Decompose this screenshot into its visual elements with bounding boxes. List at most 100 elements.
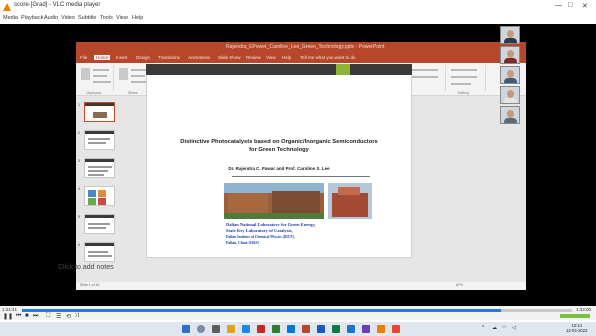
next-icon[interactable]: ⏭ bbox=[33, 313, 38, 320]
webcam-tile bbox=[500, 66, 520, 84]
powerpoint-icon[interactable] bbox=[302, 325, 310, 333]
participant-avatar bbox=[507, 30, 514, 38]
ribbon-group-editing bbox=[448, 65, 486, 91]
thumb-number: 5 bbox=[78, 214, 81, 219]
tab-design[interactable]: Design bbox=[136, 55, 150, 60]
menu-media[interactable]: Media bbox=[3, 15, 18, 21]
slide-thumbnail-5[interactable] bbox=[84, 214, 115, 234]
affiliation-line: Dalian, China 116023 bbox=[226, 241, 259, 245]
ribbon-label-clipboard: Clipboard bbox=[86, 91, 101, 95]
menu-video[interactable]: Video bbox=[61, 15, 75, 21]
tab-file[interactable]: File bbox=[80, 55, 87, 60]
zoom-level[interactable]: 87% bbox=[456, 283, 463, 287]
slide-divider bbox=[232, 176, 370, 177]
tab-view[interactable]: View bbox=[266, 55, 276, 60]
vlc-taskbar-icon[interactable] bbox=[377, 325, 385, 333]
menu-subtitle[interactable]: Subtitle bbox=[78, 15, 96, 21]
volume-slider[interactable] bbox=[560, 314, 590, 318]
menu-playback[interactable]: Playback bbox=[21, 15, 43, 21]
ppt-title: Rajendra_EPower_Caroline_Lee_Green_Techn… bbox=[226, 44, 385, 50]
slide-thumbnail-4[interactable] bbox=[84, 186, 115, 206]
tab-home[interactable]: Home bbox=[94, 55, 111, 60]
task-view-icon[interactable] bbox=[212, 325, 220, 333]
tray-clock[interactable]: 10:14 12-04-2022 bbox=[566, 323, 587, 333]
excel-icon[interactable] bbox=[332, 325, 340, 333]
taskbar bbox=[0, 322, 596, 336]
paste-icon[interactable] bbox=[81, 68, 90, 80]
webcam-tile bbox=[500, 106, 520, 124]
thumb-number: 1 bbox=[78, 102, 81, 107]
close-icon[interactable]: ✕ bbox=[582, 2, 588, 10]
file-explorer-icon[interactable] bbox=[227, 325, 235, 333]
acrobat-icon[interactable] bbox=[392, 325, 400, 333]
minimize-icon[interactable]: — bbox=[555, 2, 562, 9]
start-icon[interactable] bbox=[182, 325, 190, 333]
onedrive-icon[interactable]: ☁ bbox=[492, 325, 497, 331]
menu-help[interactable]: Help bbox=[132, 15, 143, 21]
prev-icon[interactable]: ⏮ bbox=[16, 313, 21, 320]
slide-thumbnail-3[interactable] bbox=[84, 158, 115, 178]
mail-icon[interactable] bbox=[257, 325, 265, 333]
ribbon-label-editing: Editing bbox=[458, 91, 469, 95]
participant-avatar bbox=[507, 90, 514, 98]
slide-header-accent bbox=[336, 64, 350, 75]
slide-thumbnail-6[interactable] bbox=[84, 242, 115, 262]
webcam-tile bbox=[500, 86, 520, 104]
vlc-cone-icon bbox=[3, 3, 11, 11]
participant-avatar bbox=[507, 70, 514, 78]
time-elapsed: 1:24:41 bbox=[2, 307, 18, 312]
menu-view[interactable]: View bbox=[116, 15, 128, 21]
pause-icon[interactable]: ❚❚ bbox=[3, 313, 13, 320]
tell-me-search[interactable]: Tell me what you want to do bbox=[300, 55, 356, 60]
slide-thumbnail-1[interactable] bbox=[84, 102, 115, 122]
slide-header-bar bbox=[146, 64, 336, 75]
tray-chevron-icon[interactable]: ^ bbox=[482, 325, 484, 331]
building-photo bbox=[224, 183, 324, 219]
thumb-number: 4 bbox=[78, 186, 81, 191]
slide-counter: Slide 1 of 41 bbox=[80, 283, 100, 287]
institute-photo bbox=[328, 183, 372, 219]
word-icon[interactable] bbox=[317, 325, 325, 333]
tab-animations[interactable]: Animations bbox=[188, 55, 210, 60]
menu-tools[interactable]: Tools bbox=[100, 15, 113, 21]
slide-authors: Dr. Rajendra C. Pawar and Prof. Caroline… bbox=[228, 166, 330, 171]
zoom-icon[interactable] bbox=[347, 325, 355, 333]
volume-tray-icon[interactable]: ◁ bbox=[512, 325, 516, 331]
slide-header-bar-right bbox=[350, 64, 412, 75]
edge-icon[interactable] bbox=[242, 325, 250, 333]
slide-thumbnail-2[interactable] bbox=[84, 130, 115, 150]
slide-title: Distinctive Photocatalysts based on Orga… bbox=[150, 138, 408, 154]
loop-icon[interactable]: ⟲ bbox=[66, 313, 71, 320]
slide-title-line: Distinctive Photocatalysts based on Orga… bbox=[180, 139, 378, 145]
stop-icon[interactable]: ■ bbox=[25, 313, 29, 319]
ribbon-label-slides: Slides bbox=[128, 91, 138, 95]
tab-help[interactable]: Help bbox=[282, 55, 291, 60]
participant-avatar bbox=[507, 110, 514, 118]
chrome-icon[interactable] bbox=[272, 325, 280, 333]
search-icon[interactable] bbox=[197, 325, 205, 333]
webcam-tile bbox=[500, 46, 520, 64]
teams-icon[interactable] bbox=[362, 325, 370, 333]
fullscreen-icon[interactable]: ⛶ bbox=[46, 313, 50, 320]
thumb-number: 3 bbox=[78, 158, 81, 163]
playlist-icon[interactable]: ☰ bbox=[56, 313, 61, 320]
new-slide-icon[interactable] bbox=[119, 68, 128, 80]
notes-placeholder[interactable]: Click to add notes bbox=[58, 264, 114, 271]
outlook-icon[interactable] bbox=[287, 325, 295, 333]
tab-review[interactable]: Review bbox=[246, 55, 261, 60]
maximize-icon[interactable]: □ bbox=[568, 2, 572, 9]
slide-title-line: for Green Technology bbox=[249, 147, 309, 153]
wifi-icon[interactable]: ◠ bbox=[502, 325, 506, 331]
tab-slide-show[interactable]: Slide Show bbox=[218, 55, 241, 60]
time-total: 1:33:00 bbox=[576, 307, 592, 312]
slide-affiliation: Dalian National Laboratory for Green Ene… bbox=[226, 222, 386, 246]
menu-audio[interactable]: Audio bbox=[44, 15, 58, 21]
ribbon-group-clipboard bbox=[78, 65, 114, 91]
participant-avatar bbox=[507, 50, 514, 58]
tab-insert[interactable]: Insert bbox=[116, 55, 127, 60]
seek-progress bbox=[22, 309, 501, 312]
shuffle-icon[interactable]: ⤨ bbox=[74, 313, 79, 320]
window-title: score-[Grad] - VLC media player bbox=[14, 2, 101, 8]
thumb-number: 2 bbox=[78, 130, 81, 135]
tab-transitions[interactable]: Transitions bbox=[158, 55, 180, 60]
